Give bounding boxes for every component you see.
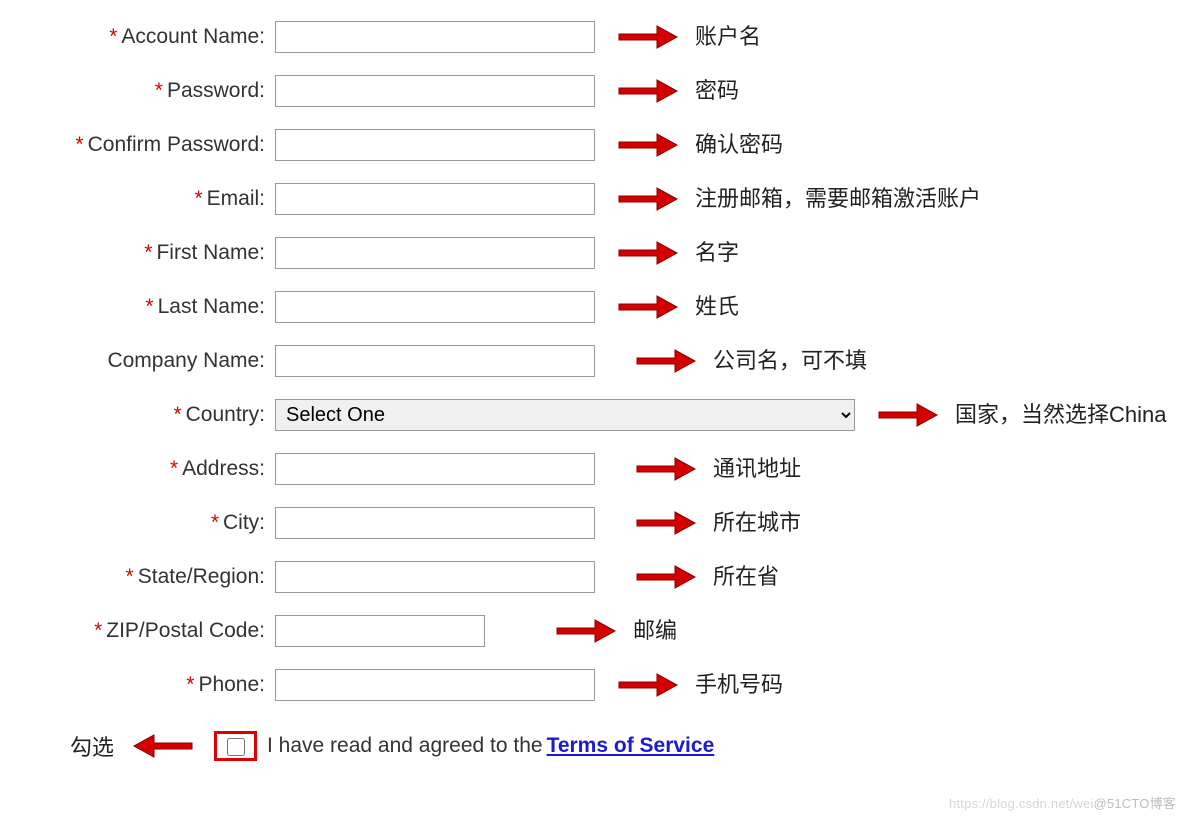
row-confirm-password: *Confirm Password: 确认密码 — [0, 118, 1184, 172]
terms-of-service-link[interactable]: Terms of Service — [547, 734, 715, 758]
required-marker: * — [144, 241, 152, 264]
required-marker: * — [194, 187, 202, 210]
label-account-name: *Account Name: — [0, 25, 275, 49]
arrow-right-icon — [555, 618, 617, 644]
required-marker: * — [145, 295, 153, 318]
label-state: *State/Region: — [0, 565, 275, 589]
row-terms: 勾选 I have read and agreed to the Terms o… — [0, 730, 1184, 762]
country-select[interactable]: Select One — [275, 399, 855, 431]
label-company-name: Company Name: — [0, 349, 275, 373]
confirm-password-input[interactable] — [275, 129, 595, 161]
arrow-right-icon — [617, 240, 679, 266]
arrow-right-icon — [617, 186, 679, 212]
anno-address: 通讯地址 — [713, 455, 801, 483]
phone-input[interactable] — [275, 669, 595, 701]
arrow-right-icon — [617, 24, 679, 50]
row-first-name: *First Name: 名字 — [0, 226, 1184, 280]
zip-input[interactable] — [275, 615, 485, 647]
required-marker: * — [186, 673, 194, 696]
arrow-right-icon — [635, 456, 697, 482]
city-input[interactable] — [275, 507, 595, 539]
required-marker: * — [211, 511, 219, 534]
row-phone: *Phone: 手机号码 — [0, 658, 1184, 712]
watermark: https://blog.csdn.net/wei@51CTO博客 — [949, 793, 1176, 812]
required-marker: * — [75, 133, 83, 156]
label-first-name: *First Name: — [0, 241, 275, 265]
anno-zip: 邮编 — [633, 617, 677, 645]
arrow-right-icon — [877, 402, 939, 428]
arrow-right-icon — [617, 132, 679, 158]
row-address: *Address: 通讯地址 — [0, 442, 1184, 496]
last-name-input[interactable] — [275, 291, 595, 323]
account-name-input[interactable] — [275, 21, 595, 53]
anno-company-name: 公司名，可不填 — [713, 347, 867, 375]
label-confirm-password: *Confirm Password: — [0, 133, 275, 157]
arrow-right-icon — [635, 564, 697, 590]
row-company-name: Company Name: 公司名，可不填 — [0, 334, 1184, 388]
row-state: *State/Region: 所在省 — [0, 550, 1184, 604]
label-country: *Country: — [0, 403, 275, 427]
anno-first-name: 名字 — [695, 239, 739, 267]
arrow-right-icon — [617, 78, 679, 104]
anno-password: 密码 — [695, 77, 739, 105]
anno-last-name: 姓氏 — [695, 293, 739, 321]
label-city: *City: — [0, 511, 275, 535]
label-email: *Email: — [0, 187, 275, 211]
arrow-right-icon — [617, 294, 679, 320]
password-input[interactable] — [275, 75, 595, 107]
anno-account-name: 账户名 — [695, 23, 761, 51]
label-address: *Address: — [0, 457, 275, 481]
first-name-input[interactable] — [275, 237, 595, 269]
required-marker: * — [94, 619, 102, 642]
checkbox-highlight — [214, 731, 257, 761]
anno-email: 注册邮箱，需要邮箱激活账户 — [695, 185, 981, 213]
label-password: *Password: — [0, 79, 275, 103]
anno-check: 勾选 — [70, 730, 114, 762]
terms-text: I have read and agreed to the — [267, 734, 543, 758]
required-marker: * — [109, 25, 117, 48]
row-account-name: *Account Name: 账户名 — [0, 10, 1184, 64]
terms-checkbox[interactable] — [227, 738, 245, 756]
label-last-name: *Last Name: — [0, 295, 275, 319]
anno-state: 所在省 — [713, 563, 779, 591]
row-city: *City: 所在城市 — [0, 496, 1184, 550]
row-last-name: *Last Name: 姓氏 — [0, 280, 1184, 334]
arrow-left-icon — [132, 733, 194, 759]
anno-phone: 手机号码 — [695, 671, 783, 699]
required-marker: * — [170, 457, 178, 480]
label-phone: *Phone: — [0, 673, 275, 697]
label-zip: *ZIP/Postal Code: — [0, 619, 275, 643]
row-zip: *ZIP/Postal Code: 邮编 — [0, 604, 1184, 658]
arrow-right-icon — [617, 672, 679, 698]
arrow-right-icon — [635, 510, 697, 536]
anno-city: 所在城市 — [713, 509, 801, 537]
row-email: *Email: 注册邮箱，需要邮箱激活账户 — [0, 172, 1184, 226]
required-marker: * — [126, 565, 134, 588]
required-marker: * — [173, 403, 181, 426]
address-input[interactable] — [275, 453, 595, 485]
row-country: *Country: Select One 国家，当然选择China — [0, 388, 1184, 442]
state-input[interactable] — [275, 561, 595, 593]
anno-confirm-password: 确认密码 — [695, 131, 783, 159]
anno-country: 国家，当然选择China — [955, 401, 1166, 429]
row-password: *Password: 密码 — [0, 64, 1184, 118]
arrow-right-icon — [635, 348, 697, 374]
required-marker: * — [155, 79, 163, 102]
company-name-input[interactable] — [275, 345, 595, 377]
email-input[interactable] — [275, 183, 595, 215]
